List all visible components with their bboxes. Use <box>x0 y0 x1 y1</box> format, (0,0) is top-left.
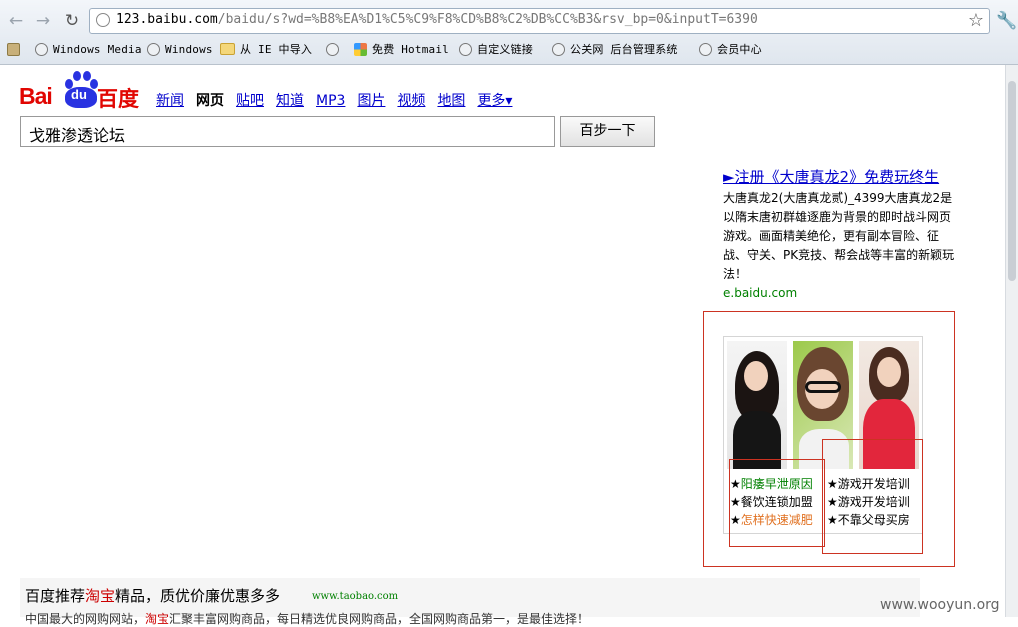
tab-mp3[interactable]: MP3 <box>316 93 345 109</box>
browser-toolbar: ← → ↻ 123.baibu.com/baidu/s?wd=%B8%EA%D1… <box>0 0 1018 65</box>
ad-title-link[interactable]: ►注册《大唐真龙2》免费玩终生 <box>723 168 958 187</box>
search-button[interactable]: 百步一下 <box>560 116 655 147</box>
taobao-promo[interactable]: 百度推荐淘宝精品，质优价廉优惠多多 www.taobao.com 中国最大的网购… <box>20 578 920 626</box>
ad-body: 大唐真龙2(大唐真龙贰)_4399大唐真龙2是以隋末唐初群雄逐鹿为背景的即时战斗… <box>723 191 955 281</box>
globe-icon <box>147 42 160 56</box>
logo-bai-text: Bai <box>19 83 53 109</box>
tab-video[interactable]: 视频 <box>397 93 425 109</box>
tab-zhidao[interactable]: 知道 <box>276 93 304 109</box>
search-input[interactable]: 戈雅渗透论坛 <box>20 116 555 147</box>
globe-icon <box>35 42 48 56</box>
apps-icon[interactable] <box>7 40 25 58</box>
ad-photo-1[interactable] <box>727 341 787 469</box>
highlight-box-left-links <box>729 459 825 547</box>
tab-web: 网页 <box>196 93 224 109</box>
url-host: 123.baibu.com <box>116 12 218 27</box>
windows-logo-icon <box>354 42 367 56</box>
vertical-scrollbar[interactable] <box>1005 65 1018 617</box>
bookmark-star-icon[interactable]: ☆ <box>968 10 984 31</box>
tab-news[interactable]: 新闻 <box>156 93 184 109</box>
tab-map[interactable]: 地图 <box>437 93 465 109</box>
bookmark-custom-links[interactable]: 自定义链接 <box>459 40 533 58</box>
search-tabs: 新闻 网页 贴吧 知道 MP3 图片 视频 地图 更多▾ <box>156 90 524 110</box>
bookmark-windows-media[interactable]: Windows Media <box>35 40 142 58</box>
globe-icon <box>96 13 110 27</box>
logo-du-text: du <box>71 87 87 102</box>
scrollbar-thumb[interactable] <box>1008 81 1016 281</box>
forward-arrow-icon[interactable]: → <box>32 10 54 32</box>
back-arrow-icon[interactable]: ← <box>5 10 27 32</box>
watermark: www.wooyun.org <box>880 597 1000 613</box>
reload-icon[interactable]: ↻ <box>61 10 83 32</box>
url-path: /baidu/s?wd=%B8%EA%D1%C5%C9%F8%CD%B8%C2%… <box>217 12 758 27</box>
address-bar[interactable]: 123.baibu.com/baidu/s?wd=%B8%EA%D1%C5%C9… <box>89 8 990 34</box>
globe-icon <box>326 42 339 56</box>
promo-url[interactable]: www.taobao.com <box>312 591 398 602</box>
promo-description: 中国最大的网购网站，淘宝汇聚丰富网购商品，每日精选优良网购商品，全国网购商品第一… <box>25 612 590 626</box>
globe-icon <box>552 42 565 56</box>
tab-images[interactable]: 图片 <box>357 93 385 109</box>
baidu-logo[interactable]: Bai du 百度 <box>19 70 139 111</box>
promo-title[interactable]: 百度推荐淘宝精品，质优价廉优惠多多 <box>25 585 280 606</box>
wrench-icon[interactable]: 🔧 <box>996 11 1017 31</box>
bookmarks-bar: Windows Media Windows 从 IE 中导入 免费 Hotmai… <box>0 38 1018 60</box>
bookmark-windows[interactable]: Windows <box>147 40 213 58</box>
highlight-box-right-links <box>822 439 923 554</box>
globe-icon <box>459 42 472 56</box>
folder-icon <box>220 43 235 55</box>
tab-more[interactable]: 更多▾ <box>477 93 512 109</box>
tab-tieba[interactable]: 贴吧 <box>236 93 264 109</box>
bookmark-member-center[interactable]: 会员中心 <box>699 40 762 58</box>
globe-icon <box>699 42 712 56</box>
bookmark-hotmail[interactable]: 免费 Hotmail <box>354 40 449 58</box>
bookmark-admin-system[interactable]: 公关网 后台管理系统 <box>552 40 678 58</box>
bookmark-folder-ie-import[interactable]: 从 IE 中导入 <box>220 40 312 58</box>
bookmark-blank[interactable] <box>326 40 344 58</box>
sponsored-ad: ►注册《大唐真龙2》免费玩终生 大唐真龙2(大唐真龙贰)_4399大唐真龙2是以… <box>723 168 958 303</box>
url-text[interactable]: 123.baibu.com/baidu/s?wd=%B8%EA%D1%C5%C9… <box>116 12 758 27</box>
ad-url[interactable]: e.baidu.com <box>723 284 958 303</box>
logo-cn-text: 百度 <box>97 87 139 111</box>
